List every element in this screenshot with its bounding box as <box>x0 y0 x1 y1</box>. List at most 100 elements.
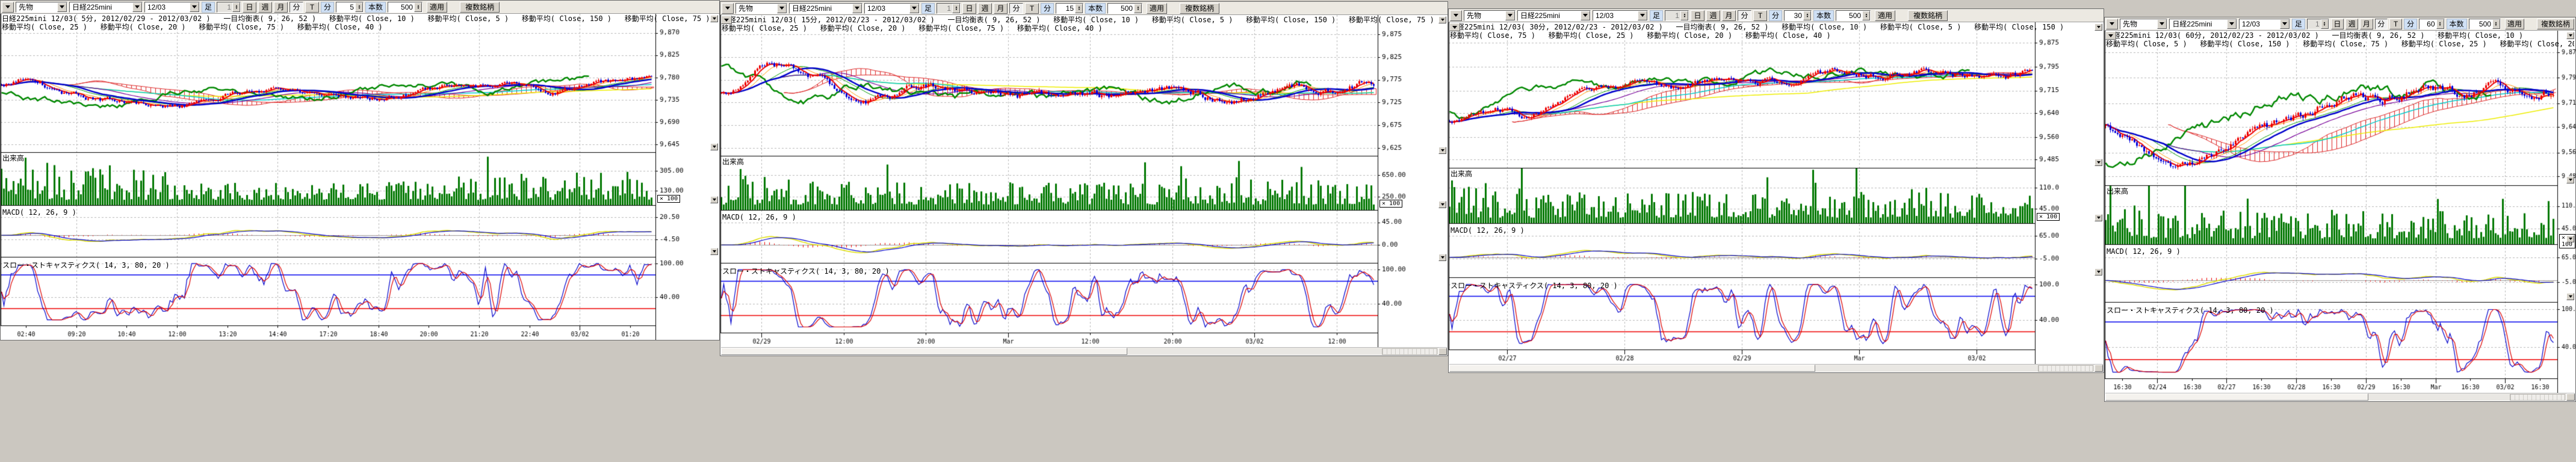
apply-button[interactable]: 適用 <box>2505 19 2524 29</box>
chart-canvas[interactable] <box>1 14 719 340</box>
window-menu-button[interactable] <box>1450 10 1462 21</box>
contract-month-select[interactable]: 12/03 <box>2239 19 2290 29</box>
apply-button[interactable]: 適用 <box>427 2 447 13</box>
bar-count-spinner[interactable]: 500 <box>2469 19 2501 29</box>
interval-spinner[interactable]: 1 <box>937 3 961 14</box>
period-week-button[interactable]: 週 <box>258 2 272 13</box>
period-tick-button[interactable]: T <box>2389 19 2402 29</box>
period-week-button[interactable]: 週 <box>1706 10 1720 21</box>
minute-value-spinner[interactable]: 15 <box>1056 3 1083 14</box>
period-day-button[interactable]: 日 <box>2331 19 2344 29</box>
symbol-select[interactable]: 日経225mini <box>1517 10 1591 21</box>
bar-count-spinner[interactable]: 500 <box>388 2 423 13</box>
symbol-select[interactable]: 日経225mini <box>2169 19 2237 29</box>
period-tick-button[interactable]: T <box>1753 10 1767 21</box>
scrollbar-thumb[interactable] <box>2105 393 2368 401</box>
chart-canvas[interactable] <box>1449 22 2104 364</box>
symbol-select[interactable]: 日経225mini <box>789 3 862 14</box>
pane-settings-button[interactable] <box>710 196 718 203</box>
legend-menu-button[interactable] <box>2105 31 2116 40</box>
apply-button[interactable]: 適用 <box>1147 3 1167 14</box>
spinner-arrows-icon[interactable] <box>952 4 960 13</box>
horizontal-scrollbar[interactable] <box>721 347 1447 355</box>
pane-settings-button[interactable] <box>1438 254 1446 261</box>
contract-month-select[interactable]: 12/03 <box>144 2 200 13</box>
window-menu-button[interactable] <box>722 3 734 14</box>
period-month-button[interactable]: 月 <box>994 3 1008 14</box>
period-day-button[interactable]: 日 <box>962 3 976 14</box>
spinner-arrows-icon[interactable] <box>414 2 422 12</box>
pane-settings-button[interactable] <box>1438 201 1446 208</box>
interval-spinner[interactable]: 1 <box>2307 19 2329 29</box>
pane-settings-button[interactable] <box>2566 293 2574 300</box>
period-minute-button[interactable]: 分 <box>1009 3 1023 14</box>
period-tick-button[interactable]: T <box>1025 3 1039 14</box>
period-day-button[interactable]: 日 <box>1691 10 1704 21</box>
period-tick-button[interactable]: T <box>305 2 319 13</box>
period-week-button[interactable]: 週 <box>2345 19 2358 29</box>
period-minute-button[interactable]: 分 <box>2375 19 2388 29</box>
pane-settings-button[interactable] <box>710 143 718 150</box>
period-day-button[interactable]: 日 <box>243 2 256 13</box>
bar-count-spinner[interactable]: 500 <box>1107 3 1142 14</box>
pane-settings-button[interactable] <box>1438 16 1446 23</box>
spinner-arrows-icon[interactable] <box>1680 11 1688 20</box>
bar-count-spinner[interactable]: 500 <box>1836 10 1871 21</box>
pane-settings-button[interactable] <box>710 15 718 22</box>
spinner-arrows-icon[interactable] <box>2321 19 2329 29</box>
scrollbar-end-button[interactable] <box>2566 393 2575 401</box>
multi-symbol-button[interactable]: 複数銘柄 <box>2537 19 2574 29</box>
minute-value-spinner[interactable]: 60 <box>2419 19 2444 29</box>
pane-settings-button[interactable] <box>2566 235 2574 242</box>
contract-month-select[interactable]: 12/03 <box>864 3 920 14</box>
category-select[interactable]: 先物 <box>735 3 787 14</box>
pane-settings-button[interactable] <box>2095 159 2102 166</box>
category-select[interactable]: 先物 <box>1464 10 1516 21</box>
period-minute-button[interactable]: 分 <box>289 2 303 13</box>
scrollbar-thumb[interactable] <box>1449 365 1815 372</box>
period-month-button[interactable]: 月 <box>2360 19 2373 29</box>
chart-canvas[interactable] <box>720 15 1447 347</box>
category-select[interactable]: 先物 <box>16 2 67 13</box>
symbol-select[interactable]: 日経225mini <box>69 2 143 13</box>
pane-settings-button[interactable] <box>2095 268 2102 276</box>
spinner-arrows-icon[interactable] <box>355 2 363 12</box>
legend-menu-button[interactable] <box>1449 23 1460 31</box>
pane-settings-button[interactable] <box>2095 23 2102 31</box>
period-month-button[interactable]: 月 <box>1722 10 1736 21</box>
spinner-arrows-icon[interactable] <box>1803 11 1811 20</box>
chart-canvas[interactable] <box>2105 31 2575 393</box>
minute-value-spinner[interactable]: 30 <box>1784 10 1812 21</box>
minute-value-spinner[interactable]: 5 <box>336 2 364 13</box>
spinner-arrows-icon[interactable] <box>232 2 240 12</box>
interval-spinner[interactable]: 1 <box>1665 10 1689 21</box>
window-menu-button[interactable] <box>2106 19 2118 29</box>
period-week-button[interactable]: 週 <box>978 3 992 14</box>
legend-menu-button[interactable] <box>721 16 732 24</box>
multi-symbol-button[interactable]: 複数銘柄 <box>460 2 500 13</box>
scrollbar-thumb[interactable] <box>721 348 1127 355</box>
spinner-arrows-icon[interactable] <box>1862 11 1870 20</box>
spinner-arrows-icon[interactable] <box>1134 4 1142 13</box>
pane-settings-button[interactable] <box>710 248 718 255</box>
horizontal-scrollbar[interactable] <box>1449 364 2103 372</box>
scrollbar-end-button[interactable] <box>2095 365 2103 372</box>
pane-settings-button[interactable] <box>2566 32 2574 39</box>
multi-symbol-button[interactable]: 複数銘柄 <box>1908 10 1948 21</box>
spinner-arrows-icon[interactable] <box>1075 4 1083 13</box>
pane-settings-button[interactable] <box>1438 147 1446 154</box>
horizontal-scrollbar[interactable] <box>2105 393 2575 401</box>
pane-settings-button[interactable] <box>2095 214 2102 221</box>
pane-settings-button[interactable] <box>2566 176 2574 183</box>
period-minute-button[interactable]: 分 <box>1738 10 1751 21</box>
window-menu-button[interactable] <box>2 2 14 13</box>
period-month-button[interactable]: 月 <box>274 2 288 13</box>
interval-spinner[interactable]: 1 <box>217 2 241 13</box>
apply-button[interactable]: 適用 <box>1875 10 1895 21</box>
spinner-arrows-icon[interactable] <box>2492 19 2500 29</box>
spinner-arrows-icon[interactable] <box>2436 19 2444 29</box>
contract-month-select[interactable]: 12/03 <box>1593 10 1648 21</box>
category-select[interactable]: 先物 <box>2120 19 2167 29</box>
multi-symbol-button[interactable]: 複数銘柄 <box>1180 3 1219 14</box>
scrollbar-end-button[interactable] <box>1438 348 1447 355</box>
